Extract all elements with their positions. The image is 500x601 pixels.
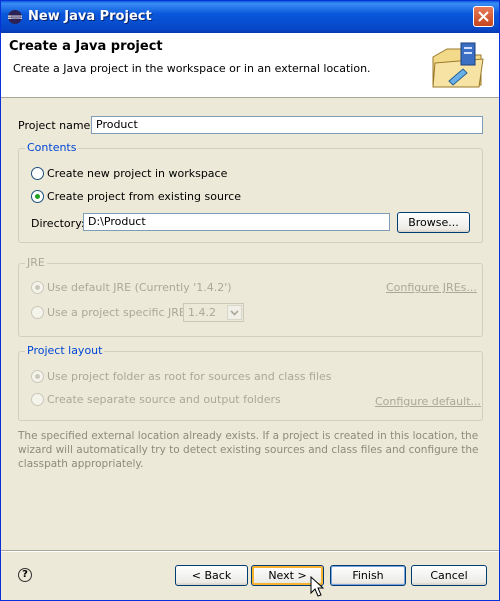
back-button[interactable]: < Back — [175, 565, 248, 586]
project-name-label: Project name: — [18, 119, 95, 132]
contents-group-title: Contents — [25, 141, 79, 154]
new-java-project-wizard-icon — [432, 42, 484, 88]
option-from-existing-label[interactable]: Create project from existing source — [47, 190, 241, 203]
title-bar[interactable]: New Java Project — [1, 1, 499, 33]
close-icon — [478, 11, 489, 22]
directory-field[interactable]: D:\Product — [83, 213, 390, 231]
jre-version-value: 1.4.2 — [188, 306, 216, 319]
jre-group-title: JRE — [25, 256, 47, 269]
radio-folder-root[interactable] — [31, 370, 44, 383]
wizard-header: Create a Java project Create a Java proj… — [1, 33, 499, 98]
button-bar-separator — [1, 550, 499, 552]
help-icon[interactable]: ? — [18, 568, 32, 582]
project-layout-group-title: Project layout — [25, 344, 105, 357]
close-button[interactable] — [473, 6, 494, 27]
project-layout-group: Project layout — [18, 344, 483, 421]
window-title: New Java Project — [28, 9, 152, 24]
jre-version-dropdown[interactable]: 1.4.2 — [183, 303, 244, 322]
radio-create-new[interactable] — [31, 167, 44, 180]
info-message: The specified external location already … — [18, 430, 479, 470]
finish-button[interactable]: Finish — [330, 565, 406, 586]
radio-specific-jre[interactable] — [31, 306, 44, 319]
mouse-cursor-icon — [310, 576, 324, 597]
header-title: Create a Java project — [9, 39, 163, 54]
jre-group: JRE — [18, 256, 483, 337]
radio-default-jre[interactable] — [31, 281, 44, 294]
project-name-field[interactable]: Product — [91, 116, 483, 134]
radio-separate-folders[interactable] — [31, 393, 44, 406]
directory-label: Directory: — [31, 217, 85, 230]
configure-jres-link[interactable]: Configure JREs... — [386, 281, 477, 294]
new-java-project-dialog: New Java Project Create a Java project C… — [0, 0, 500, 601]
configure-default-link[interactable]: Configure default... — [375, 395, 481, 408]
option-create-new-label[interactable]: Create new project in workspace — [47, 167, 227, 180]
option-default-jre-label[interactable]: Use default JRE (Currently '1.4.2') — [47, 281, 232, 294]
cancel-button[interactable]: Cancel — [411, 565, 487, 586]
header-description: Create a Java project in the workspace o… — [13, 62, 371, 75]
option-separate-folders-label[interactable]: Create separate source and output folder… — [47, 393, 281, 406]
option-folder-root-label[interactable]: Use project folder as root for sources a… — [47, 370, 332, 383]
option-specific-jre-label[interactable]: Use a project specific JRE: — [47, 306, 190, 319]
radio-from-existing[interactable] — [31, 190, 44, 203]
eclipse-icon — [8, 10, 22, 24]
chevron-down-icon[interactable] — [227, 305, 242, 320]
browse-button[interactable]: Browse... — [397, 212, 470, 233]
